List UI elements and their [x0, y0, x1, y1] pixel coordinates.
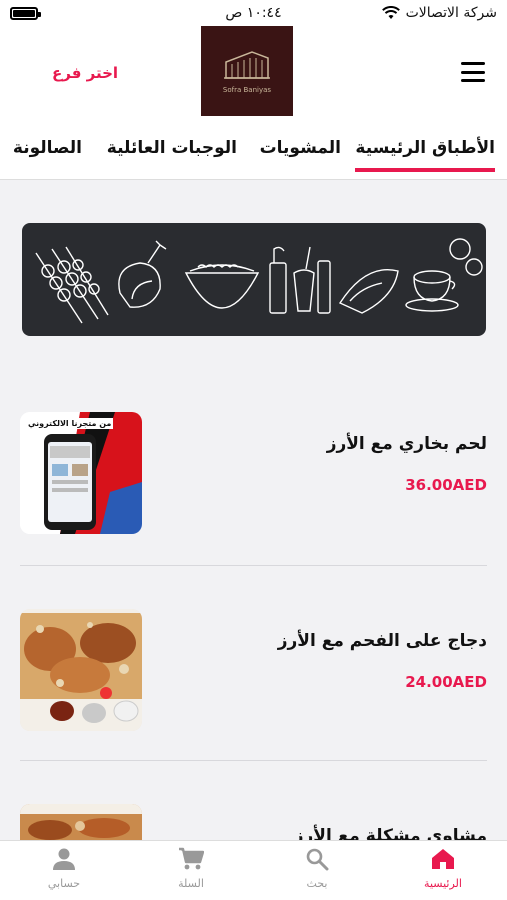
nav-account[interactable]: حسابي [24, 847, 104, 890]
carrier-name: شركة الاتصالات [405, 5, 497, 21]
product-image [20, 609, 142, 731]
battery-icon [10, 7, 41, 20]
nav-account-label: حسابي [47, 877, 81, 890]
cart-icon [179, 847, 204, 870]
nav-cart[interactable]: السلة [151, 847, 231, 890]
app-header: اختر فرع Sofra Baniyas [0, 26, 507, 126]
product-name: لحم بخاري مع الأرز [326, 434, 487, 454]
product-name: دجاج على الفحم مع الأرز [277, 631, 487, 651]
choose-branch-button[interactable]: اختر فرع [52, 64, 118, 82]
food-sketch-illustration [35, 238, 483, 324]
product-price: 36.00AED [405, 476, 487, 494]
tab-family-meals[interactable]: الوجبات العائلية [107, 138, 237, 158]
tab-main-dishes[interactable]: الأطباق الرئيسية [355, 138, 495, 172]
nav-cart-label: السلة [178, 877, 204, 890]
search-icon [306, 848, 329, 871]
divider [20, 565, 487, 566]
bottom-navigation: الرئيسية بحث السلة حسابي [0, 840, 507, 900]
logo-mark-icon [224, 50, 270, 79]
promo-banner[interactable] [22, 223, 486, 336]
product-price: 24.00AED [405, 673, 487, 691]
logo-text: Sofra Baniyas [222, 85, 272, 94]
account-icon [53, 848, 75, 870]
promo-caption: من متجرنا الالكتروني [26, 418, 114, 429]
status-carrier: شركة الاتصالات [381, 5, 497, 21]
divider [20, 760, 487, 761]
product-image: من متجرنا الالكتروني [20, 412, 142, 534]
product-card[interactable]: من متجرنا الالكتروني لحم بخاري مع الأرز … [20, 412, 487, 534]
wifi-icon [381, 6, 400, 19]
nav-home[interactable]: الرئيسية [403, 847, 483, 890]
tab-salona[interactable]: الصالونة [13, 138, 82, 158]
tab-grills[interactable]: المشويات [260, 138, 341, 158]
app-promo-image [20, 412, 142, 534]
status-bar: ١٠:٤٤ ص شركة الاتصالات [0, 0, 507, 26]
category-tabs: الأطباق الرئيسية المشويات الوجبات العائل… [0, 126, 507, 180]
product-card[interactable]: دجاج على الفحم مع الأرز 24.00AED [20, 609, 487, 731]
status-time: ١٠:٤٤ ص [225, 5, 282, 21]
nav-search-label: بحث [306, 877, 328, 890]
grilled-chicken-image [20, 609, 142, 731]
home-icon [432, 849, 454, 869]
nav-search[interactable]: بحث [277, 847, 357, 890]
menu-icon[interactable] [461, 62, 485, 82]
restaurant-logo: Sofra Baniyas [201, 26, 293, 116]
nav-home-label: الرئيسية [424, 877, 462, 890]
